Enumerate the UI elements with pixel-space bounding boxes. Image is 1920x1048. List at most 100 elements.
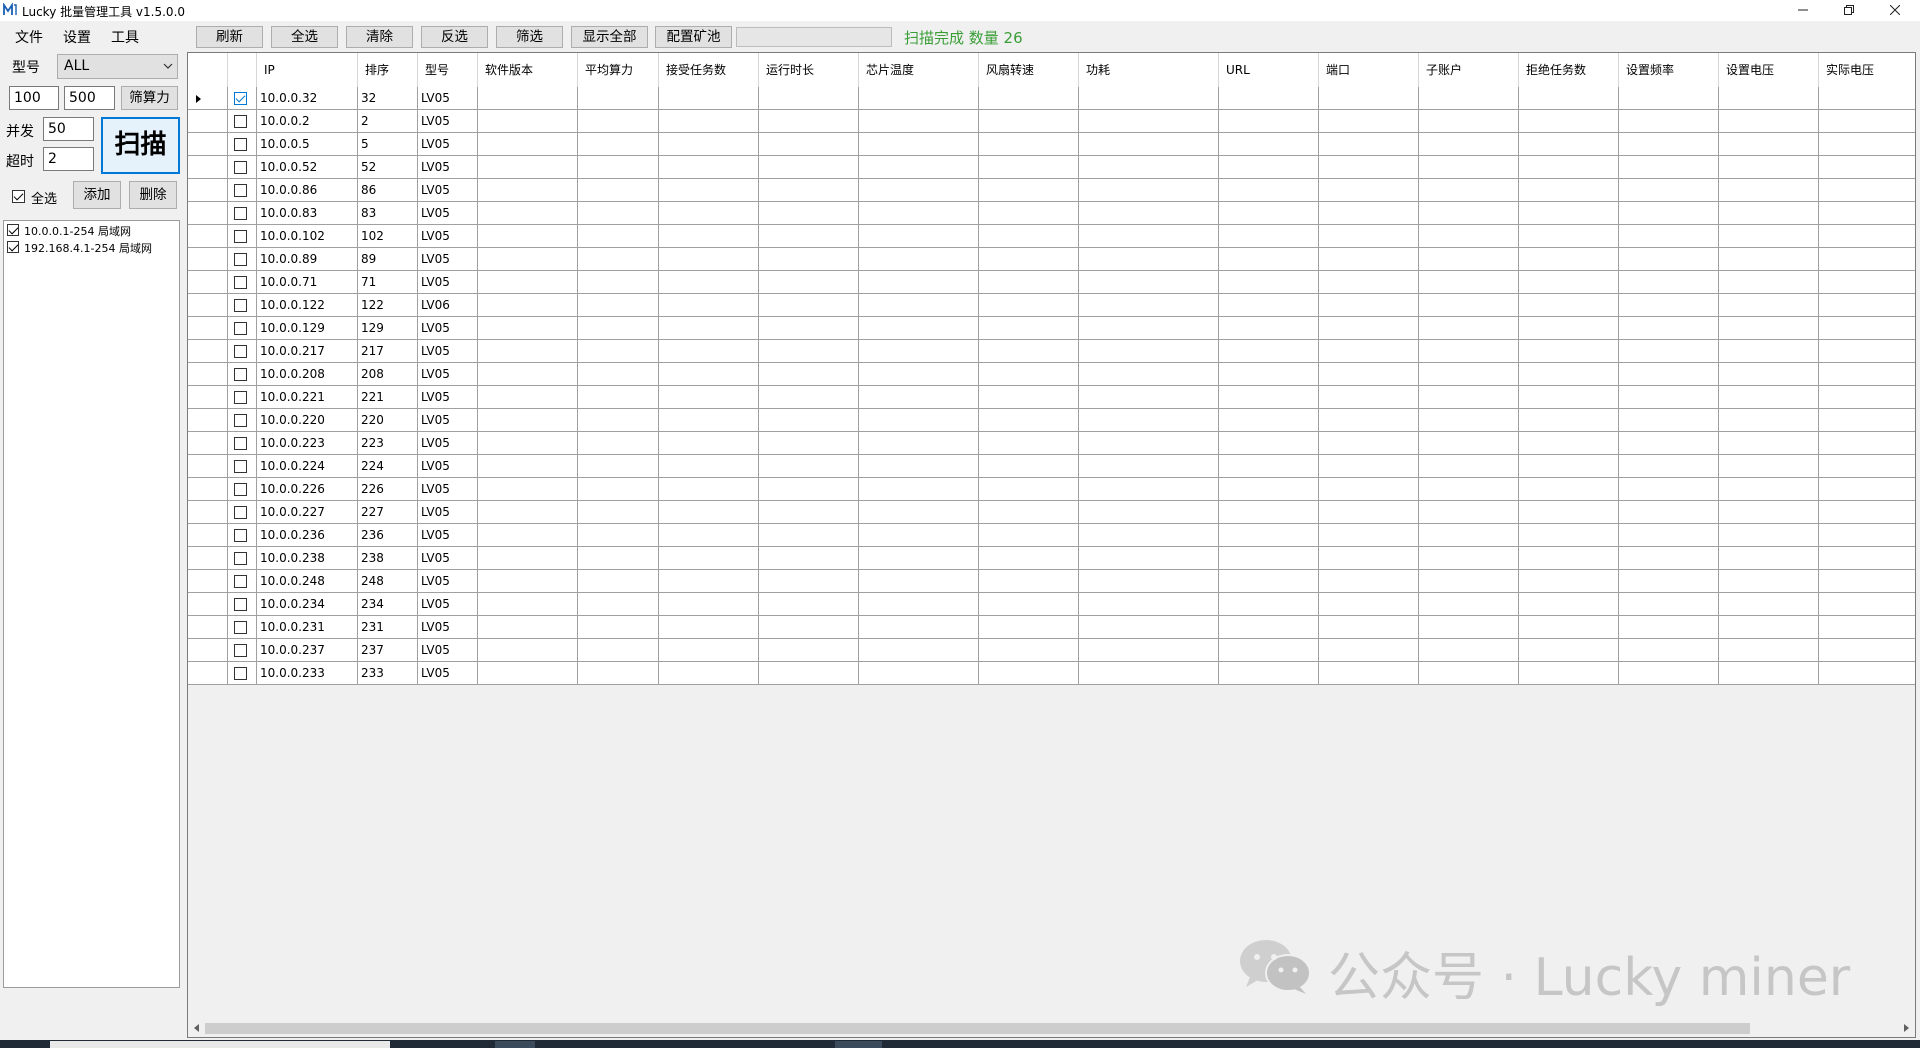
col-power-cell[interactable] <box>1079 225 1219 248</box>
col-chip-temp-cell[interactable] <box>859 110 979 133</box>
col-ip-cell[interactable]: 10.0.0.217 <box>257 340 358 363</box>
col-subaccount-cell[interactable] <box>1419 662 1519 685</box>
col-subaccount-cell[interactable] <box>1419 87 1519 110</box>
col-set-voltage-cell[interactable] <box>1719 179 1819 202</box>
col-subaccount-cell[interactable] <box>1419 386 1519 409</box>
col-port-cell[interactable] <box>1319 340 1419 363</box>
col-url-header[interactable]: URL <box>1219 53 1319 87</box>
row-header[interactable] <box>188 501 228 524</box>
col-url-cell[interactable] <box>1219 593 1319 616</box>
col-ip-cell[interactable]: 10.0.0.248 <box>257 570 358 593</box>
col-uptime-cell[interactable] <box>759 662 859 685</box>
col-firmware-cell[interactable] <box>478 248 578 271</box>
horizontal-scrollbar[interactable] <box>188 1020 1915 1037</box>
col-set-freq-cell[interactable] <box>1619 409 1719 432</box>
col-chip-temp-cell[interactable] <box>859 363 979 386</box>
table-row[interactable]: 10.0.0.220 220 LV05 <box>188 409 1915 432</box>
col-set-voltage-cell[interactable] <box>1719 317 1819 340</box>
col-uptime-header[interactable]: 运行时长 <box>759 53 859 87</box>
row-select-checkbox[interactable] <box>234 529 247 542</box>
col-set-freq-cell[interactable] <box>1619 501 1719 524</box>
show-all-button[interactable]: 显示全部 <box>571 26 648 48</box>
col-ip-cell[interactable]: 10.0.0.71 <box>257 271 358 294</box>
table-row[interactable]: 10.0.0.2 2 LV05 <box>188 110 1915 133</box>
col-uptime-cell[interactable] <box>759 133 859 156</box>
table-row[interactable]: 10.0.0.129 129 LV05 <box>188 317 1915 340</box>
col-power-cell[interactable] <box>1079 363 1219 386</box>
col-chip-temp-cell[interactable] <box>859 87 979 110</box>
col-order-cell[interactable]: 224 <box>358 455 418 478</box>
col-set-voltage-cell[interactable] <box>1719 340 1819 363</box>
col-fan-speed-cell[interactable] <box>979 386 1079 409</box>
col-subaccount-cell[interactable] <box>1419 179 1519 202</box>
col-fan-speed-cell[interactable] <box>979 524 1079 547</box>
col-set-voltage-cell[interactable] <box>1719 639 1819 662</box>
col-set-freq-cell[interactable] <box>1619 524 1719 547</box>
col-rejected-cell[interactable] <box>1519 156 1619 179</box>
col-order-cell[interactable]: 231 <box>358 616 418 639</box>
table-row[interactable]: 10.0.0.5 5 LV05 <box>188 133 1915 156</box>
col-model-cell[interactable]: LV05 <box>418 179 478 202</box>
col-accepted-cell[interactable] <box>659 455 759 478</box>
col-rejected-cell[interactable] <box>1519 386 1619 409</box>
col-actual-voltage-cell[interactable] <box>1819 363 1915 386</box>
row-header[interactable] <box>188 156 228 179</box>
col-port-cell[interactable] <box>1319 317 1419 340</box>
col-uptime-cell[interactable] <box>759 317 859 340</box>
col-set-voltage-cell[interactable] <box>1719 363 1819 386</box>
col-url-cell[interactable] <box>1219 455 1319 478</box>
col-set-freq-cell[interactable] <box>1619 455 1719 478</box>
scroll-right-icon[interactable] <box>1904 1024 1909 1032</box>
col-firmware-cell[interactable] <box>478 363 578 386</box>
col-rejected-cell[interactable] <box>1519 593 1619 616</box>
row-select-checkbox[interactable] <box>234 138 247 151</box>
col-chip-temp-cell[interactable] <box>859 432 979 455</box>
col-subaccount-cell[interactable] <box>1419 616 1519 639</box>
col-accepted-cell[interactable] <box>659 271 759 294</box>
row-select-checkbox[interactable] <box>234 161 247 174</box>
clear-button[interactable]: 清除 <box>346 26 413 48</box>
col-rejected-cell[interactable] <box>1519 478 1619 501</box>
col-accepted-cell[interactable] <box>659 501 759 524</box>
col-power-cell[interactable] <box>1079 156 1219 179</box>
col-fan-speed-cell[interactable] <box>979 432 1079 455</box>
col-chip-temp-cell[interactable] <box>859 547 979 570</box>
col-uptime-cell[interactable] <box>759 478 859 501</box>
table-row[interactable]: 10.0.0.86 86 LV05 <box>188 179 1915 202</box>
col-set-voltage-cell[interactable] <box>1719 478 1819 501</box>
col-port-cell[interactable] <box>1319 133 1419 156</box>
col-model-cell[interactable]: LV05 <box>418 432 478 455</box>
menu-file[interactable]: 文件 <box>15 27 43 47</box>
col-actual-voltage-cell[interactable] <box>1819 478 1915 501</box>
col-ip-cell[interactable]: 10.0.0.86 <box>257 179 358 202</box>
col-power-cell[interactable] <box>1079 409 1219 432</box>
row-select-checkbox[interactable] <box>234 644 247 657</box>
col-set-voltage-header[interactable]: 设置电压 <box>1719 53 1819 87</box>
col-fan-speed-cell[interactable] <box>979 294 1079 317</box>
col-order-cell[interactable]: 233 <box>358 662 418 685</box>
col-model-cell[interactable]: LV05 <box>418 110 478 133</box>
col-power-cell[interactable] <box>1079 133 1219 156</box>
col-fan-speed-cell[interactable] <box>979 87 1079 110</box>
row-select-checkbox[interactable] <box>234 552 247 565</box>
col-ip-cell[interactable]: 10.0.0.32 <box>257 87 358 110</box>
col-ip-cell[interactable]: 10.0.0.237 <box>257 639 358 662</box>
col-url-cell[interactable] <box>1219 386 1319 409</box>
row-select-checkbox[interactable] <box>234 483 247 496</box>
col-subaccount-cell[interactable] <box>1419 409 1519 432</box>
col-order-cell[interactable]: 83 <box>358 202 418 225</box>
col-firmware-cell[interactable] <box>478 340 578 363</box>
col-uptime-cell[interactable] <box>759 616 859 639</box>
col-uptime-cell[interactable] <box>759 271 859 294</box>
col-fan-speed-cell[interactable] <box>979 409 1079 432</box>
col-chip-temp-cell[interactable] <box>859 478 979 501</box>
row-header[interactable] <box>188 294 228 317</box>
col-url-cell[interactable] <box>1219 294 1319 317</box>
col-order-cell[interactable]: 86 <box>358 179 418 202</box>
col-url-cell[interactable] <box>1219 639 1319 662</box>
scan-button[interactable]: 扫描 <box>101 117 180 174</box>
scrollbar-thumb[interactable] <box>205 1023 1750 1034</box>
col-avg-hashrate-cell[interactable] <box>578 478 659 501</box>
col-accepted-cell[interactable] <box>659 409 759 432</box>
col-actual-voltage-cell[interactable] <box>1819 662 1915 685</box>
